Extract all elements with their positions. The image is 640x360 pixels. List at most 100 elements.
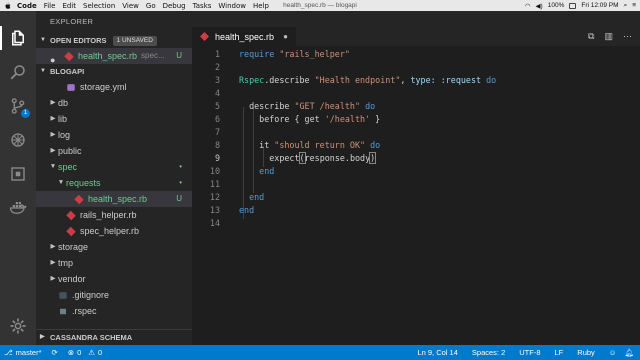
split-editor-icon[interactable]: ▥ [604, 31, 613, 42]
open-editor-path: spec... [141, 51, 165, 60]
tree-item-label: lib [58, 114, 68, 124]
open-changes-icon[interactable]: ⧉ [588, 31, 594, 42]
ruby-file-icon [66, 210, 76, 220]
ruby-file-icon [200, 32, 209, 41]
tree-item-label: requests [66, 178, 101, 188]
tree-item[interactable]: ▶ storage [36, 239, 192, 255]
language-mode[interactable]: Ruby [577, 348, 595, 357]
chevron-right-icon: ▶ [50, 259, 56, 266]
line-number: 5 [214, 101, 220, 111]
menu-edit[interactable]: Edit [62, 2, 76, 10]
tree-item[interactable]: .gitignore [36, 287, 192, 303]
tree-item[interactable]: storage.yml [36, 79, 192, 95]
project-header[interactable]: ▼ BLOGAPI [36, 64, 192, 79]
code-line[interactable]: expect(response.body) [239, 152, 377, 164]
cassandra-schema-header[interactable]: ▶ CASSANDRA SCHEMA [36, 329, 192, 344]
unsaved-dot-icon[interactable]: ● [283, 32, 288, 41]
battery-icon[interactable] [569, 2, 577, 9]
chevron-right-icon: ▶ [50, 115, 56, 122]
branch-name: master* [15, 348, 42, 357]
tree-item[interactable]: ▼ requests • [36, 175, 192, 191]
code-line[interactable]: end [239, 192, 264, 202]
problems-indicator[interactable]: ⊗ 0 ⚠ 0 [68, 348, 102, 357]
sync-icon[interactable]: ⟳ [52, 348, 58, 357]
chevron-right-icon: ▶ [50, 131, 56, 138]
tree-item[interactable]: ▶ public [36, 143, 192, 159]
code-token: it [239, 140, 275, 150]
tree-item-label: public [58, 146, 82, 156]
branch-indicator[interactable]: ⎇ master* [4, 348, 42, 357]
explorer-button[interactable] [0, 23, 36, 53]
docker-button[interactable] [0, 193, 36, 223]
rspec-file-icon [60, 308, 66, 314]
unsaved-badge: 1 UNSAVED [112, 35, 157, 46]
open-editors-label: OPEN EDITORS [50, 36, 107, 45]
debug-button[interactable] [0, 125, 36, 155]
open-editors-header[interactable]: ▼ OPEN EDITORS 1 UNSAVED [36, 33, 192, 48]
open-editor-filename: health_spec.rb [78, 51, 138, 61]
code-token: require [239, 49, 280, 59]
menu-window[interactable]: Window [218, 2, 246, 10]
menu-help[interactable]: Help [253, 2, 269, 10]
code-editor[interactable]: 1 2 3 4 5 6 7 8 9 10 11 12 13 14 require "rails_helpe… [192, 46, 640, 345]
code-line[interactable]: before { get '/health' } [239, 114, 380, 124]
project-name: BLOGAPI [50, 67, 85, 76]
search-button[interactable] [0, 57, 36, 87]
chevron-right-icon: ▶ [50, 99, 56, 106]
code-token: do [360, 101, 376, 111]
tree-item[interactable]: spec_helper.rb [36, 223, 192, 239]
bell-icon[interactable]: 🔔︎ [624, 348, 634, 357]
code-token: end [239, 166, 275, 176]
tree-item-label: storage.yml [80, 82, 127, 92]
cassandra-schema-label: CASSANDRA SCHEMA [50, 332, 133, 342]
tree-item[interactable]: health_spec.rb U [36, 191, 192, 207]
menu-debug[interactable]: Debug [163, 2, 186, 10]
macos-menubar: Code File Edit Selection View Go Debug T… [0, 0, 640, 11]
notification-center-icon[interactable]: ≡ [632, 2, 636, 9]
feedback-icon[interactable]: ☺ [609, 348, 617, 357]
tree-item[interactable]: rails_helper.rb [36, 207, 192, 223]
tree-item[interactable]: ▶ lib [36, 111, 192, 127]
line-number: 9 [214, 153, 220, 163]
menu-go[interactable]: Go [146, 2, 156, 10]
tree-item-label: spec [58, 162, 78, 172]
code-line[interactable]: end [239, 166, 274, 176]
code-line[interactable]: Rspec.describe "Health endpoint", type: … [239, 75, 496, 85]
tab-health-spec[interactable]: health_spec.rb ● [192, 27, 296, 46]
end-of-line[interactable]: LF [555, 348, 564, 357]
menu-view[interactable]: View [122, 2, 139, 10]
tree-item[interactable]: ▼ spec • [36, 159, 192, 175]
source-control-button[interactable]: 1 [0, 91, 36, 121]
menu-tasks[interactable]: Tasks [193, 2, 212, 10]
cursor-position[interactable]: Ln 9, Col 14 [417, 348, 457, 357]
indentation[interactable]: Spaces: 2 [472, 348, 505, 357]
tree-item[interactable]: ▶ log [36, 127, 192, 143]
tree-item[interactable]: ▶ vendor [36, 271, 192, 287]
code-line[interactable]: it "should return OK" do [239, 140, 380, 150]
sidebar-title: EXPLORER [50, 17, 94, 26]
spotlight-icon[interactable]: ⌕ [624, 2, 628, 10]
settings-button[interactable] [0, 311, 36, 341]
volume-icon[interactable]: ◀) [536, 2, 543, 10]
code-token: ) [369, 152, 377, 164]
menu-selection[interactable]: Selection [83, 2, 115, 10]
wifi-icon[interactable]: ◠ [525, 2, 531, 10]
code-line[interactable]: describe "GET /health" do [239, 101, 375, 111]
error-icon: ⊗ [67, 348, 75, 357]
code-line[interactable]: end [239, 205, 254, 215]
extensions-icon [11, 167, 25, 181]
encoding[interactable]: UTF-8 [519, 348, 540, 357]
code-line[interactable]: require "rails_helper" [239, 49, 350, 59]
menu-file[interactable]: File [44, 2, 56, 10]
tree-item[interactable]: ▶ tmp [36, 255, 192, 271]
tree-item[interactable]: .rspec [36, 303, 192, 319]
open-editor-item[interactable]: ● health_spec.rb spec... U [36, 48, 192, 65]
ruby-file-icon [64, 51, 74, 61]
tree-item[interactable]: ▶ db [36, 95, 192, 111]
more-actions-icon[interactable]: ⋯ [623, 31, 632, 42]
menu-code[interactable]: Code [17, 2, 37, 10]
clock[interactable]: Fri 12:09 PM [581, 2, 618, 9]
apple-logo-icon[interactable] [4, 2, 11, 10]
extensions-button[interactable] [0, 159, 36, 189]
line-number: 7 [214, 127, 220, 137]
